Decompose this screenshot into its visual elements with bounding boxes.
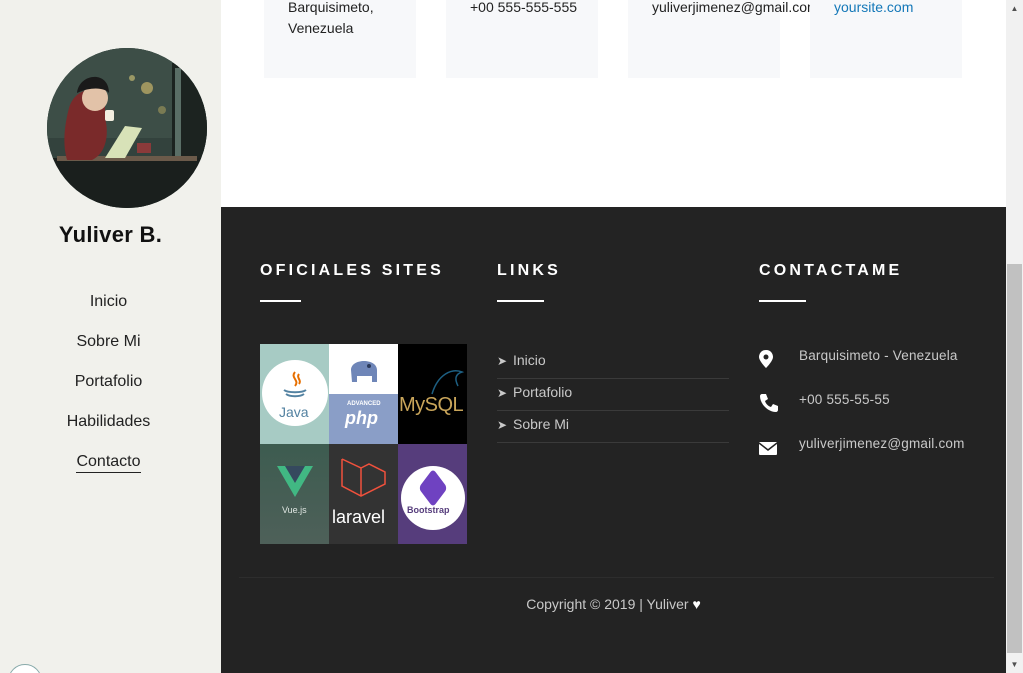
- java-logo-icon: Java: [262, 360, 328, 426]
- laravel-tile[interactable]: laravel: [329, 444, 398, 544]
- nav-link-portafolio[interactable]: Portafolio: [75, 370, 143, 392]
- footer-title-underline: [260, 300, 301, 302]
- nav-item-inicio: Inicio: [0, 290, 221, 330]
- heart-icon: ♥: [692, 596, 701, 612]
- nav-item-portafolio: Portafolio: [0, 370, 221, 410]
- bootstrap-logo-icon: Bootstrap: [401, 466, 465, 530]
- footer-link-label: Portafolio: [513, 384, 573, 400]
- copyright-text: Copyright © 2019 | Yuliver: [526, 596, 689, 612]
- php-small-label: ADVANCED: [347, 401, 381, 407]
- vertical-scrollbar[interactable]: ▲ ▼: [1006, 0, 1023, 673]
- vue-tile[interactable]: Vue.js: [260, 444, 329, 544]
- map-pin-icon: [759, 350, 773, 368]
- mysql-label: MySQL: [399, 394, 464, 416]
- info-phone-text: +00 555-555-555: [470, 0, 578, 15]
- paper-plane-icon: ➤: [497, 354, 508, 368]
- footer-title-links: LINKS: [497, 262, 561, 279]
- brand-name[interactable]: Yuliver B.: [0, 222, 221, 248]
- footer-title-contact: CONTACTAME: [759, 262, 903, 279]
- info-address-text: Barquisimeto, Venezuela: [288, 0, 374, 36]
- footer-links: ➤ Inicio ➤ Portafolio ➤ Sobre Mi: [497, 347, 729, 443]
- java-label: Java: [279, 404, 309, 420]
- contact-phone-text: +00 555-55-55: [799, 392, 890, 407]
- back-to-top-button[interactable]: [8, 664, 42, 673]
- paper-plane-icon: ➤: [497, 418, 508, 432]
- nav-link-sobre-mi[interactable]: Sobre Mi: [76, 330, 140, 352]
- phone-icon: [760, 394, 778, 412]
- footer-link-label: Inicio: [513, 352, 546, 368]
- paper-plane-icon: ➤: [497, 386, 508, 400]
- laravel-label: laravel: [332, 507, 386, 527]
- java-tile[interactable]: Java: [260, 344, 329, 444]
- nav-item-contacto: Contacto: [0, 450, 221, 490]
- contact-email-text: yuliverjimenez@gmail.com: [799, 436, 965, 451]
- info-email-text: yuliverjimenez@gmail.com: [652, 0, 819, 15]
- vue-logo-icon: [277, 466, 313, 497]
- mysql-tile[interactable]: MySQL: [398, 344, 467, 444]
- nav-link-inicio[interactable]: Inicio: [90, 290, 127, 312]
- website-link[interactable]: yoursite.com: [834, 0, 913, 15]
- footer: OFICIALES SITES LINKS CONTACTAME Java AD…: [221, 207, 1006, 673]
- info-card-email: yuliverjimenez@gmail.com: [628, 0, 819, 78]
- php-tile[interactable]: ADVANCED php: [329, 344, 398, 444]
- info-card-address: Barquisimeto, Venezuela: [264, 0, 416, 78]
- avatar: [47, 48, 207, 208]
- contact-address-text: Barquisimeto - Venezuela: [799, 348, 958, 363]
- footer-title-sites: OFICIALES SITES: [260, 262, 445, 279]
- copyright: Copyright © 2019 | Yuliver ♥: [221, 596, 1006, 612]
- footer-link-sobre-mi[interactable]: ➤ Sobre Mi: [497, 411, 729, 443]
- nav-link-habilidades[interactable]: Habilidades: [67, 410, 151, 432]
- footer-link-inicio[interactable]: ➤ Inicio: [497, 347, 729, 379]
- elephant-icon: [351, 361, 377, 382]
- laravel-logo-icon: [341, 458, 386, 497]
- footer-title-underline: [759, 300, 806, 302]
- scrollbar-thumb[interactable]: [1007, 264, 1022, 653]
- scroll-down-arrow-icon[interactable]: ▼: [1006, 656, 1023, 673]
- sidebar: Yuliver B. Inicio Sobre Mi Portafolio Ha…: [0, 0, 221, 673]
- bootstrap-tile[interactable]: Bootstrap: [398, 444, 467, 544]
- bootstrap-label: Bootstrap: [407, 505, 450, 515]
- footer-link-portafolio[interactable]: ➤ Portafolio: [497, 379, 729, 411]
- tech-logo-grid: Java ADVANCED php MySQL Vue.js laravel B…: [260, 344, 467, 544]
- scroll-up-arrow-icon[interactable]: ▲: [1006, 0, 1023, 17]
- footer-divider: [239, 577, 994, 578]
- vue-label: Vue.js: [282, 505, 307, 515]
- nav-item-habilidades: Habilidades: [0, 410, 221, 450]
- info-card-website: yoursite.com: [810, 0, 962, 78]
- nav-item-sobre-mi: Sobre Mi: [0, 330, 221, 370]
- sidebar-nav: Inicio Sobre Mi Portafolio Habilidades C…: [0, 290, 221, 490]
- php-label: php: [345, 408, 378, 428]
- footer-title-underline: [497, 300, 544, 302]
- footer-link-label: Sobre Mi: [513, 416, 570, 432]
- nav-link-contacto[interactable]: Contacto: [76, 450, 141, 473]
- envelope-icon: [759, 442, 778, 455]
- info-card-phone: +00 555-555-555: [446, 0, 598, 78]
- main-content: Barquisimeto, Venezuela +00 555-555-555 …: [221, 0, 1006, 673]
